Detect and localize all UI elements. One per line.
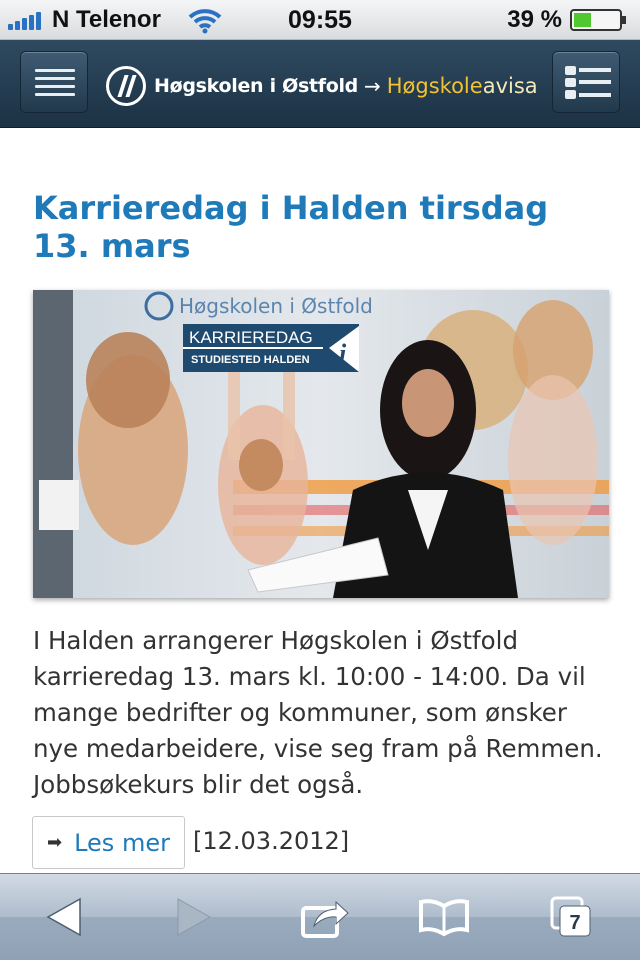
list-icon: [565, 66, 611, 99]
site-logo[interactable]: Høgskolen i Østfold → Høgskole avisa: [106, 66, 538, 106]
brand-name: Høgskolen i Østfold: [154, 75, 358, 97]
article-summary: I Halden arrangerer Høgskolen i Østfold …: [33, 626, 603, 799]
article-title[interactable]: Karrieredag i Halden tirsdag 13. mars: [33, 189, 593, 265]
banner-info-icon: i: [339, 339, 347, 368]
bookmarks-button[interactable]: [418, 894, 470, 940]
read-more-button[interactable]: ➡ Les mer: [32, 816, 185, 869]
article-image[interactable]: Høgskolen i Østfold KARRIEREDAG STUDIEST…: [33, 290, 609, 598]
app-header: Høgskolen i Østfold → Høgskole avisa: [0, 40, 640, 128]
list-view-button[interactable]: [552, 51, 620, 113]
tabs-icon: 7: [550, 896, 591, 937]
banner-brand-text: Høgskolen i Østfold: [179, 294, 373, 318]
section-name-part1: Høgskole: [386, 74, 483, 98]
forward-icon: [177, 898, 212, 936]
hiof-logo-icon: [106, 66, 146, 106]
back-button[interactable]: [46, 894, 82, 940]
article-date: [12.03.2012]: [193, 827, 350, 855]
share-icon: [301, 900, 349, 938]
banner-subtitle-text: STUDIESTED HALDEN: [191, 354, 310, 366]
tab-count: 7: [569, 912, 580, 934]
battery-icon: [570, 9, 628, 31]
breadcrumb-arrow: →: [364, 74, 381, 98]
article-content: Karrieredag i Halden tirsdag 13. mars Hø…: [0, 129, 640, 873]
hamburger-icon: [35, 69, 75, 101]
bookmarks-icon: [419, 899, 469, 937]
arrow-right-icon: ➡: [47, 832, 63, 853]
battery-percent: 39 %: [507, 6, 562, 33]
read-more-label: Les mer: [74, 828, 170, 857]
share-button[interactable]: [300, 894, 350, 940]
forward-button[interactable]: [176, 894, 212, 940]
menu-button[interactable]: [20, 51, 88, 113]
tabs-button[interactable]: 7: [548, 894, 594, 940]
status-bar: N Telenor 09:55 39 %: [0, 0, 640, 40]
banner-title-text: KARRIEREDAG: [189, 328, 313, 347]
back-icon: [46, 897, 81, 937]
section-name-part2: avisa: [482, 74, 538, 98]
browser-toolbar: 7: [0, 873, 640, 960]
